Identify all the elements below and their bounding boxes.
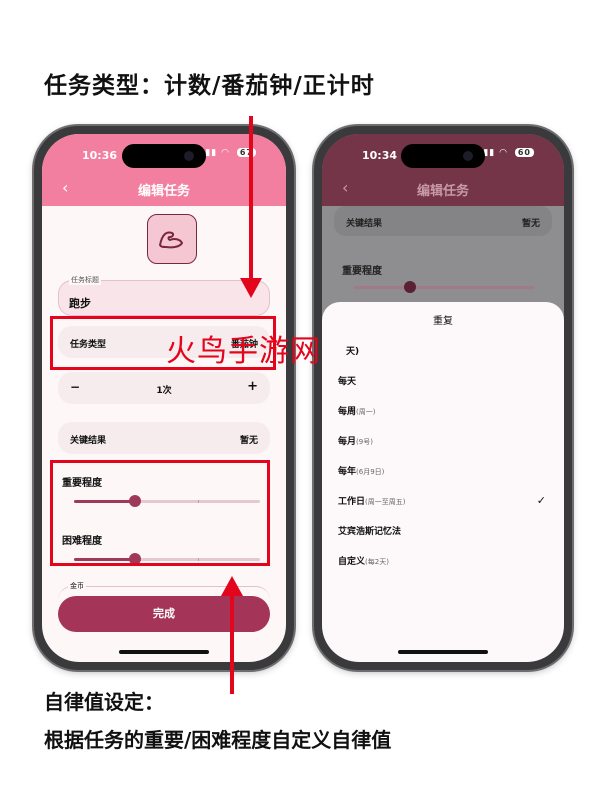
caption-bottom-1: 自律值设定： <box>44 690 164 714</box>
home-indicator <box>119 650 209 654</box>
dynamic-island <box>401 144 485 168</box>
annotation-arrows <box>221 116 262 694</box>
caption-bottom-2: 根据任务的重要/困难程度自定义自律值 <box>44 728 392 752</box>
dynamic-island <box>122 144 206 168</box>
home-indicator <box>398 650 488 654</box>
